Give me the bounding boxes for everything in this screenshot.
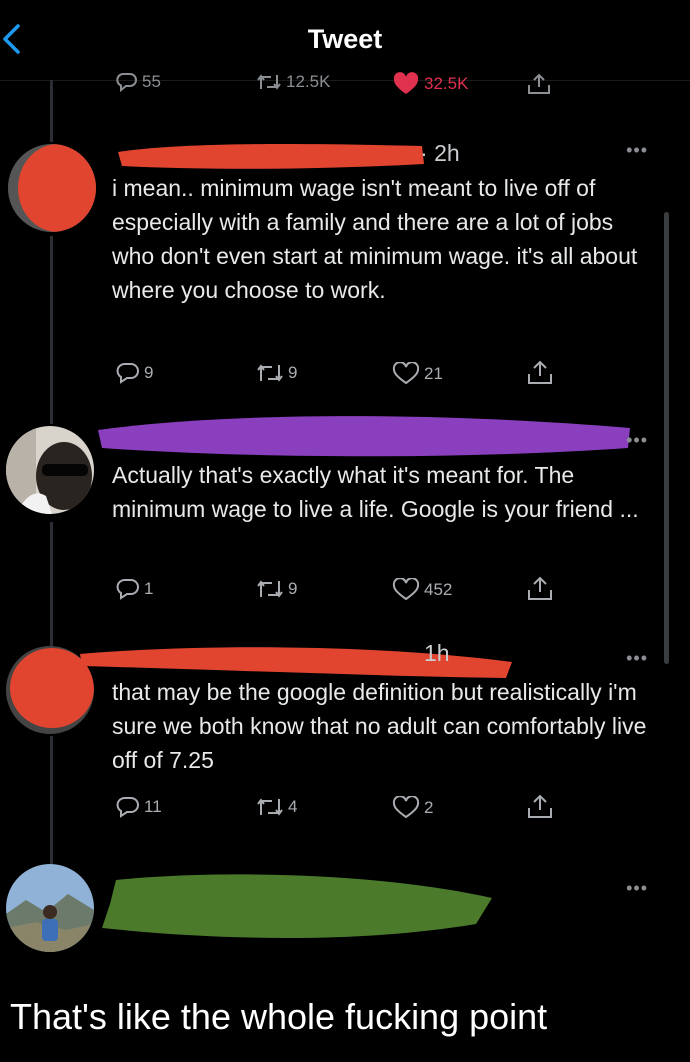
share-icon [528,794,552,818]
like-button[interactable]: 21 [392,362,443,386]
retweet-button[interactable]: 9 [256,578,297,600]
retweet-icon [257,74,281,90]
page-title: Tweet [307,24,383,54]
more-options-button[interactable]: ••• [626,648,648,669]
main-like-count-text: 32.5K [424,74,469,93]
avatar-photo [6,864,94,952]
avatar-redaction [8,144,96,232]
share-button[interactable] [526,792,554,820]
username-redaction [118,144,424,169]
reply-icon [116,579,139,600]
reply-button[interactable]: 11 [116,796,162,818]
share-button[interactable] [526,358,554,386]
heart-icon [392,578,420,601]
thread-line [50,236,53,424]
share-icon [528,73,550,94]
like-count: 2 [424,798,434,817]
retweet-count: 9 [288,363,298,382]
top-bar: Tweet [0,0,690,81]
share-button[interactable] [526,574,554,602]
thread-line [50,80,53,142]
reply-text: i mean.. minimum wage isn't meant to liv… [112,175,638,303]
reply-count: 9 [144,363,154,382]
heart-icon [393,72,419,94]
reply-count: 1 [144,579,154,598]
thread-line [50,522,53,648]
reply-button[interactable]: 1 [116,578,153,600]
reply-icon [116,797,139,818]
retweet-icon [257,580,283,598]
scrollbar[interactable] [664,212,669,664]
retweet-count: 9 [288,579,298,598]
like-count: 452 [424,580,453,599]
more-options-button[interactable]: ••• [626,140,648,161]
avatar-photo [6,426,94,514]
reply-icon [116,72,137,92]
retweet-count: 4 [288,797,298,816]
thread-line [50,736,53,864]
retweet-button[interactable]: 4 [256,796,297,818]
reply-count: 11 [144,797,162,816]
main-retweet-count[interactable]: 12.5K [256,72,330,92]
username-redaction [102,874,492,938]
more-icon: ••• [626,878,648,898]
avatar[interactable] [8,144,96,232]
avatar[interactable] [6,426,94,514]
like-button[interactable]: 2 [392,796,433,820]
more-options-button[interactable]: ••• [626,430,648,451]
main-reply-count[interactable]: 55 [116,72,161,92]
share-icon [528,576,552,600]
heart-icon [392,362,420,385]
retweet-icon [257,798,283,816]
retweet-button[interactable]: 9 [256,362,297,384]
reply-text: that may be the google definition but re… [112,679,647,773]
reply-button[interactable]: 9 [116,362,153,384]
main-reply-count-text: 55 [142,72,161,91]
username-redaction [98,416,630,457]
reply-timestamp: · 2h [420,140,460,166]
like-count: 21 [424,364,443,383]
reply-icon [116,363,139,384]
more-icon: ••• [626,140,648,160]
main-like-count[interactable]: 32.5K [392,72,468,96]
like-button[interactable]: 452 [392,578,452,602]
reply-timestamp: 1h [424,640,450,666]
heart-icon [392,796,420,819]
caption-text: That's like the whole fucking point [10,996,548,1037]
retweet-icon [257,364,283,382]
main-retweet-count-text: 12.5K [286,72,331,91]
more-icon: ••• [626,430,648,450]
share-icon [528,360,552,384]
avatar[interactable] [6,864,94,952]
more-icon: ••• [626,648,648,668]
reply-text: Actually that's exactly what it's meant … [112,462,639,522]
more-options-button[interactable]: ••• [626,878,648,899]
main-share-button[interactable] [526,72,552,96]
